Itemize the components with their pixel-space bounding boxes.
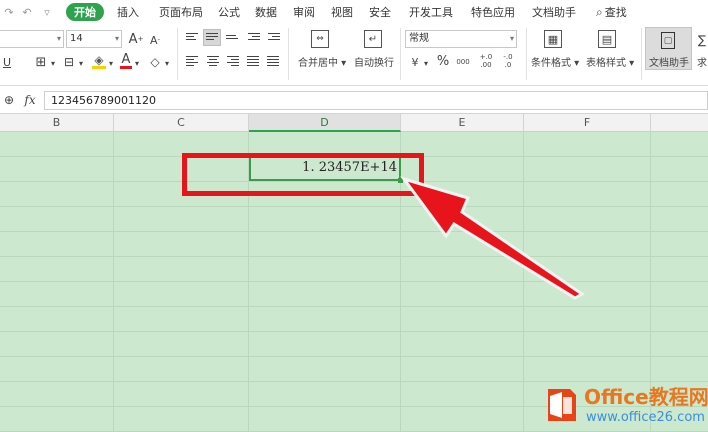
justify-icon[interactable] — [247, 56, 259, 67]
underline-icon[interactable]: U — [2, 54, 12, 70]
distributed-icon[interactable] — [267, 56, 279, 67]
ribbon-separator — [526, 28, 527, 80]
font-size-value: 14 — [70, 33, 83, 44]
increase-indent-icon[interactable] — [268, 33, 280, 44]
doc-assistant-button[interactable]: ▢ 文档助手 — [645, 27, 692, 70]
column-header-b[interactable]: B — [0, 114, 114, 132]
column-header-e[interactable]: E — [401, 114, 524, 132]
merge-center-icon[interactable]: ⇔ — [311, 30, 329, 48]
align-center-icon[interactable] — [207, 56, 219, 67]
office-logo-icon — [548, 389, 576, 421]
chevron-down-icon[interactable]: ▾ — [107, 55, 115, 71]
tab-home[interactable]: 开始 — [66, 3, 104, 21]
cell-style-icon[interactable]: ⊟ — [62, 54, 76, 70]
ribbon-separator — [400, 28, 401, 80]
font-size-select[interactable]: 14 ▾ — [66, 30, 122, 48]
tab-special[interactable]: 特色应用 — [471, 4, 515, 20]
ribbon: ▾ 14 ▾ A + A- U ⊞ ▾ ⊟ ▾ ◈ ▾ A ▾ ◇ ▾ ⇔ 合并居… — [0, 24, 708, 86]
currency-icon[interactable]: ¥ — [408, 54, 422, 70]
percent-icon[interactable]: % — [436, 53, 450, 69]
doc-assistant-icon: ▢ — [661, 32, 675, 49]
chevron-down-icon[interactable]: ▾ — [422, 55, 430, 71]
tab-security[interactable]: 安全 — [369, 4, 391, 20]
ribbon-separator — [288, 28, 289, 80]
tab-doc-assistant[interactable]: 文档助手 — [532, 4, 576, 20]
align-middle-button[interactable] — [203, 29, 221, 46]
borders-icon[interactable]: ⊞ — [34, 54, 48, 70]
conditional-format-button[interactable]: 条件格式 ▾ — [531, 54, 579, 69]
align-middle-icon — [206, 33, 218, 44]
align-left-icon[interactable] — [186, 56, 198, 67]
align-right-icon[interactable] — [227, 56, 239, 67]
tab-review[interactable]: 审阅 — [293, 4, 315, 20]
arrow-shape — [400, 176, 585, 300]
wrap-text-button[interactable]: 自动换行 — [354, 54, 394, 69]
tab-developer[interactable]: 开发工具 — [409, 4, 453, 20]
chevron-down-icon: ▾ — [114, 34, 119, 43]
table-style-button[interactable]: 表格样式 ▾ — [586, 54, 634, 69]
tab-view[interactable]: 视图 — [331, 4, 353, 20]
chevron-down-icon: ▾ — [509, 34, 514, 43]
zoom-icon[interactable]: ⊕ — [2, 92, 16, 108]
wrap-text-icon[interactable]: ↵ — [364, 30, 382, 48]
sum-label[interactable]: 求 — [697, 54, 707, 69]
decrease-indent-icon[interactable] — [248, 33, 260, 44]
chevron-down-icon[interactable]: ▾ — [163, 55, 171, 71]
chevron-down-icon[interactable]: ▾ — [133, 55, 141, 71]
column-header-c[interactable]: C — [114, 114, 249, 132]
chevron-down-icon[interactable]: ▾ — [77, 55, 85, 71]
search-label[interactable]: 查找 — [605, 4, 627, 20]
align-top-icon[interactable] — [186, 33, 198, 44]
font-color-icon[interactable]: A — [120, 52, 132, 69]
ribbon-separator — [177, 28, 178, 80]
tab-page-layout[interactable]: 页面布局 — [159, 4, 203, 20]
tab-data[interactable]: 数据 — [255, 4, 277, 20]
chevron-down-icon: ▾ — [56, 34, 61, 43]
watermark-title: Office教程网 — [584, 385, 708, 409]
decrease-decimal-icon[interactable]: -.0 .0 — [500, 52, 516, 70]
number-format-value: 常规 — [409, 33, 429, 44]
conditional-format-icon[interactable]: ▦ — [544, 30, 562, 48]
quick-access-dropdown-icon[interactable]: ▿ — [40, 5, 54, 19]
doc-assistant-label: 文档助手 — [649, 58, 689, 69]
redo-icon[interactable]: ↷ — [2, 5, 16, 19]
align-bottom-icon[interactable] — [226, 35, 238, 46]
tab-formulas[interactable]: 公式 — [218, 4, 240, 20]
undo-icon[interactable]: ↶ — [20, 5, 34, 19]
fill-color-icon[interactable]: ◈ — [92, 53, 106, 69]
thousands-separator-icon[interactable]: 000 — [455, 54, 471, 70]
eraser-icon[interactable]: ◇ — [148, 54, 162, 70]
search-icon[interactable]: ⌕ — [596, 5, 603, 20]
shrink-font-icon[interactable]: A- — [148, 32, 162, 48]
formula-input[interactable]: 123456789001120 — [44, 91, 708, 110]
increase-decimal-icon[interactable]: +.0 .00 — [478, 52, 494, 70]
menu-bar: ↷ ↶ ▿ 开始 插入 页面布局 公式 数据 审阅 视图 安全 开发工具 特色应… — [0, 0, 708, 24]
column-header-f[interactable]: F — [524, 114, 651, 132]
watermark: Office教程网 www.office26.com — [542, 385, 708, 432]
font-name-select[interactable]: ▾ — [0, 30, 64, 48]
watermark-url: www.office26.com — [586, 410, 705, 425]
column-header-d[interactable]: D — [249, 114, 401, 132]
chevron-down-icon[interactable]: ▾ — [49, 55, 57, 71]
tab-insert[interactable]: 插入 — [117, 4, 139, 20]
merge-center-button[interactable]: 合并居中 ▾ — [298, 54, 346, 69]
ribbon-separator — [641, 28, 642, 80]
sum-icon[interactable]: ∑ — [696, 32, 708, 48]
table-style-icon[interactable]: ▤ — [598, 30, 616, 48]
column-header-g[interactable] — [651, 114, 708, 132]
grow-font-icon[interactable]: A + — [128, 31, 144, 47]
fx-icon[interactable]: fx — [22, 92, 38, 108]
number-format-select[interactable]: 常规 ▾ — [405, 30, 517, 48]
formula-bar: ⊕ fx 123456789001120 — [0, 86, 708, 114]
column-header-row: B C D E F — [0, 114, 708, 132]
